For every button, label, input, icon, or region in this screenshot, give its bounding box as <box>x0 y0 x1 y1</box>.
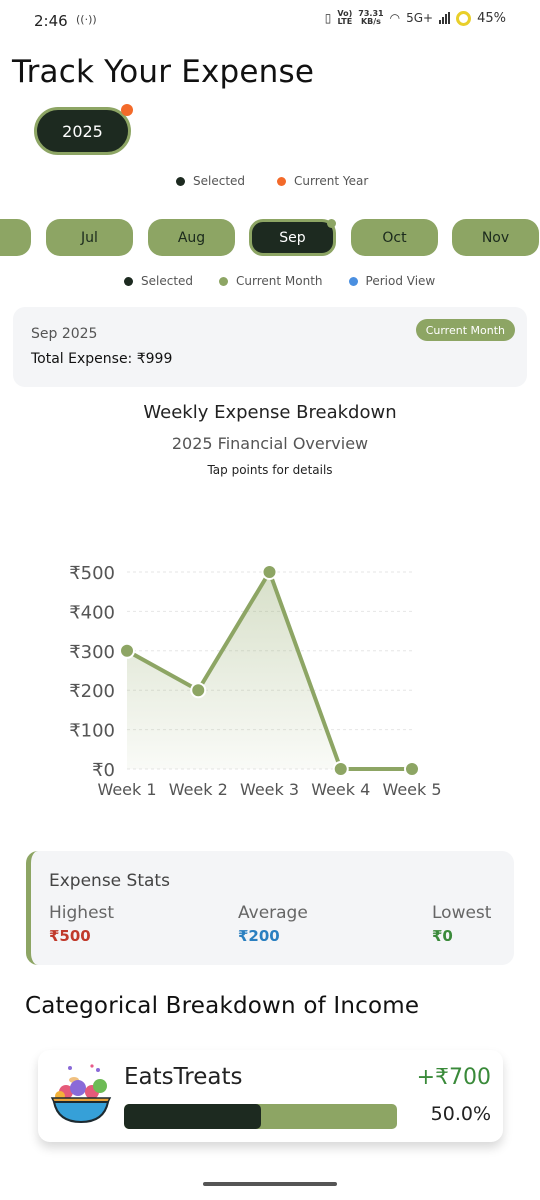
stat-average: Average ₹200 <box>238 903 308 945</box>
salad-bowl-icon <box>50 1064 112 1124</box>
x-tick-label: Week 1 <box>97 780 156 799</box>
category-progress-bar <box>124 1104 397 1129</box>
wifi-icon: ◠ <box>389 11 401 25</box>
x-tick-label: Week 5 <box>382 780 441 799</box>
y-tick-label: ₹200 <box>69 681 115 702</box>
category-section-title: Categorical Breakdown of Income <box>25 993 420 1019</box>
legend-dot <box>124 276 133 286</box>
month-summary-card: Sep 2025 Total Expense: ₹999 Current Mon… <box>13 307 527 387</box>
month-pill-oct[interactable]: Oct <box>351 219 438 256</box>
data-point[interactable] <box>404 761 420 777</box>
vibrate-icon: ▯ <box>324 11 332 25</box>
network-type: 5G+ <box>406 11 434 25</box>
net-speed: 73.31 KB/s <box>358 9 384 26</box>
data-point[interactable] <box>190 682 207 699</box>
year-legend: Selected Current Year <box>176 174 368 188</box>
battery-icon <box>456 10 472 26</box>
current-year-indicator <box>121 104 133 116</box>
legend-dot <box>348 276 358 286</box>
month-selector[interactable]: Jul Aug Sep Oct Nov <box>0 219 540 257</box>
summary-period: Sep 2025 <box>31 326 98 342</box>
chart-hint: Tap points for details <box>207 463 333 477</box>
weekly-expense-chart[interactable]: ₹0 ₹100 ₹200 ₹300 ₹400 ₹500 Week 1 Week 2 Week 3… <box>0 540 540 810</box>
signal-icon <box>439 12 451 24</box>
category-percent: 50.0% <box>430 1103 491 1125</box>
y-tick-label: ₹400 <box>69 602 115 623</box>
stat-lowest-value: ₹0 <box>432 927 453 945</box>
home-indicator[interactable] <box>203 1182 337 1186</box>
legend-selected: Selected <box>124 274 193 288</box>
expense-stats-card: Expense Stats Highest ₹500 Average ₹200 … <box>26 851 514 965</box>
legend-dot <box>277 176 287 186</box>
current-month-badge: Current Month <box>415 319 515 341</box>
stat-highest: Highest ₹500 <box>49 903 114 945</box>
stat-highest-label: Highest <box>49 903 115 923</box>
y-tick-label: ₹0 <box>92 760 115 781</box>
stat-average-label: Average <box>238 903 308 923</box>
year-selector-button[interactable]: 2025 <box>34 107 131 155</box>
area-fill <box>127 572 412 769</box>
month-pill-nov[interactable]: Nov <box>452 219 539 256</box>
status-time: 2:46 <box>34 12 68 30</box>
status-indicators: ▯ Vo) LTE 73.31 KB/s ◠ 5G+ 45% <box>325 10 506 26</box>
month-legend: Selected Current Month Period View <box>124 274 435 288</box>
month-pill-sep[interactable]: Sep <box>249 219 336 256</box>
category-amount: +₹700 <box>416 1065 491 1090</box>
volte-indicator: Vo) LTE <box>337 9 353 26</box>
y-tick-label: ₹500 <box>69 563 115 584</box>
chart-subtitle: 2025 Financial Overview <box>171 434 369 453</box>
y-tick-label: ₹100 <box>69 721 115 742</box>
stat-lowest-label: Lowest <box>432 903 492 923</box>
category-progress-fill <box>124 1104 261 1129</box>
category-name: EatsTreats <box>124 1064 243 1090</box>
legend-dot <box>219 276 229 286</box>
legend-current-year: Current Year <box>277 174 368 188</box>
data-point[interactable] <box>119 642 135 659</box>
month-pill-jul[interactable]: Jul <box>46 219 133 256</box>
x-tick-label: Week 4 <box>311 780 370 799</box>
status-bar: 2:46 ((·)) ▯ Vo) LTE 73.31 KB/s ◠ 5G+ 45% <box>0 0 540 40</box>
month-pill-aug[interactable]: Aug <box>148 219 235 256</box>
legend-dot <box>176 176 185 186</box>
hotspot-icon: ((·)) <box>76 13 97 26</box>
data-point[interactable] <box>332 761 349 777</box>
x-tick-label: Week 3 <box>240 780 299 799</box>
y-tick-label: ₹300 <box>69 642 115 663</box>
current-month-indicator <box>327 219 336 228</box>
category-card[interactable]: EatsTreats +₹700 50.0% <box>38 1050 503 1142</box>
stats-title: Expense Stats <box>49 871 170 891</box>
stat-highest-value: ₹500 <box>49 927 91 945</box>
legend-current-month: Current Month <box>219 274 323 288</box>
page-title: Track Your Expense <box>12 54 315 90</box>
stat-lowest: Lowest ₹0 <box>432 903 491 945</box>
battery-level: 45% <box>477 10 506 26</box>
legend-period-view: Period View <box>348 274 435 288</box>
legend-selected: Selected <box>176 174 245 188</box>
data-point[interactable] <box>261 564 278 580</box>
summary-total: Total Expense: ₹999 <box>31 351 173 367</box>
stat-average-value: ₹200 <box>238 927 280 945</box>
chart-title: Weekly Expense Breakdown <box>143 402 397 423</box>
month-pill-jun[interactable] <box>0 219 31 256</box>
x-tick-label: Week 2 <box>169 780 228 799</box>
